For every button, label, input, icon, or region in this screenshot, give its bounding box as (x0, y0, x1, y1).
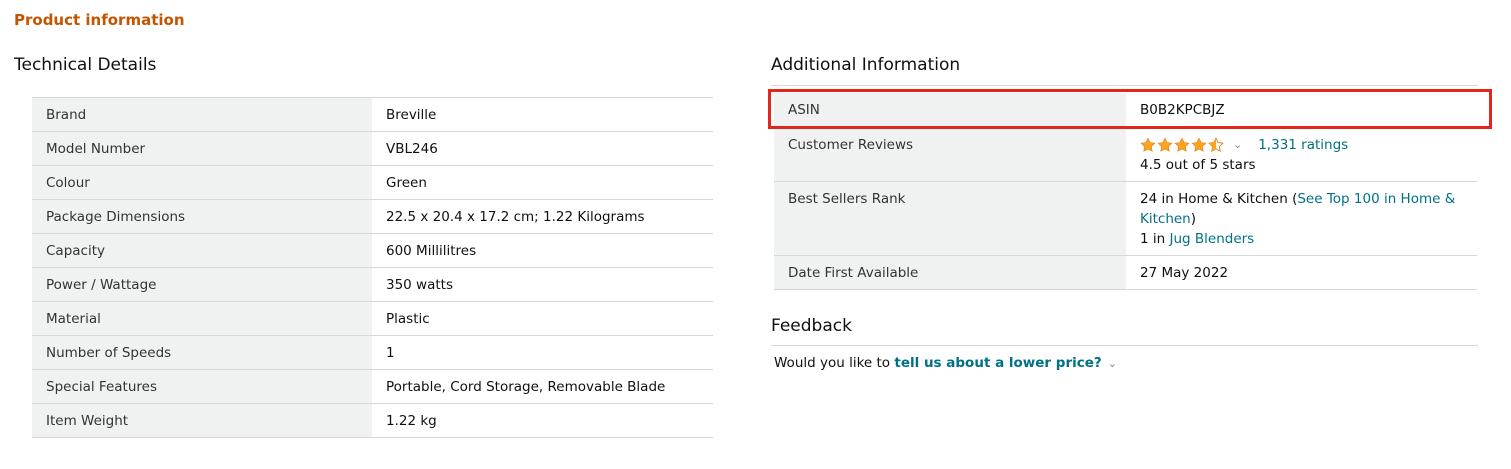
spec-value: Plastic (372, 301, 713, 336)
table-row: Model Number VBL246 (32, 131, 713, 166)
best-sellers-rank-label: Best Sellers Rank (774, 181, 1126, 255)
asin-highlight-box (768, 89, 1492, 129)
spec-label: Material (32, 301, 372, 336)
date-first-available-label: Date First Available (774, 255, 1126, 289)
additional-information-title: Additional Information (771, 55, 961, 75)
star-icon (1174, 137, 1191, 153)
table-row: Material Plastic (32, 301, 713, 336)
spec-value: 600 Millilitres (372, 233, 713, 268)
table-row: Colour Green (32, 165, 713, 200)
technical-details-title: Technical Details (14, 55, 157, 75)
spec-value: VBL246 (372, 131, 713, 166)
spec-value: 1.22 kg (372, 403, 713, 438)
table-row-customer-reviews: Customer Reviews ⌄ 1,331 ratings 4.5 out … (774, 127, 1477, 181)
feedback-prefix: Would you like to (774, 355, 895, 371)
spec-label: Model Number (32, 131, 372, 166)
star-icon (1157, 137, 1174, 153)
feedback-row: Would you like to tell us about a lower … (774, 355, 1117, 371)
table-row: Package Dimensions 22.5 x 20.4 x 17.2 cm;… (32, 199, 713, 234)
rating-text: 4.5 out of 5 stars (1140, 156, 1256, 173)
additional-information-divider (771, 85, 1478, 86)
spec-label: Capacity (32, 233, 372, 268)
best-sellers-rank-value: 24 in Home & Kitchen (See Top 100 in Hom… (1126, 181, 1477, 255)
date-first-available-value: 27 May 2022 (1126, 255, 1477, 289)
table-row: Capacity 600 Millilitres (32, 233, 713, 268)
rank-1-suffix: ) (1190, 210, 1197, 227)
feedback-divider (771, 345, 1478, 346)
table-row-best-sellers-rank: Best Sellers Rank 24 in Home & Kitchen (… (774, 181, 1477, 255)
jug-blenders-link[interactable]: Jug Blenders (1169, 231, 1254, 247)
table-row: Brand Breville (32, 97, 713, 132)
feedback-title: Feedback (771, 316, 852, 336)
spec-label: Special Features (32, 369, 372, 404)
spec-value: Portable, Cord Storage, Removable Blade (372, 369, 713, 404)
technical-details-table: Brand Breville Model Number VBL246 Colour Gre… (32, 97, 713, 438)
spec-label: Item Weight (32, 403, 372, 438)
product-information-header[interactable]: Product information (14, 11, 185, 29)
star-icon (1208, 136, 1225, 153)
table-row: Item Weight 1.22 kg (32, 403, 713, 438)
table-row-date-first-available: Date First Available 27 May 2022 (774, 255, 1477, 289)
spec-label: Number of Speeds (32, 335, 372, 370)
spec-value: Green (372, 165, 713, 200)
table-row: Number of Speeds 1 (32, 335, 713, 370)
spec-label: Brand (32, 97, 372, 132)
spec-value: 1 (372, 335, 713, 370)
spec-label: Power / Wattage (32, 267, 372, 302)
star-icon (1140, 137, 1157, 153)
ratings-count-link[interactable]: 1,331 ratings (1258, 137, 1348, 153)
spec-value: 22.5 x 20.4 x 17.2 cm; 1.22 Kilograms (372, 199, 713, 234)
star-rating[interactable] (1140, 136, 1225, 153)
table-row: Special Features Portable, Cord Storage, … (32, 369, 713, 404)
lower-price-link[interactable]: tell us about a lower price? (894, 355, 1101, 371)
spec-value: Breville (372, 97, 713, 132)
rank-2-prefix: 1 in (1140, 230, 1170, 247)
spec-label: Package Dimensions (32, 199, 372, 234)
chevron-down-icon[interactable]: ⌄ (1233, 138, 1242, 151)
spec-label: Colour (32, 165, 372, 200)
customer-reviews-label: Customer Reviews (774, 127, 1126, 181)
customer-reviews-value: ⌄ 1,331 ratings 4.5 out of 5 stars (1126, 127, 1477, 181)
spec-value: 350 watts (372, 267, 713, 302)
star-icon (1191, 137, 1208, 153)
rank-1-prefix: 24 in Home & Kitchen ( (1140, 190, 1298, 207)
table-row: Power / Wattage 350 watts (32, 267, 713, 302)
chevron-down-icon[interactable]: ⌄ (1108, 357, 1117, 370)
